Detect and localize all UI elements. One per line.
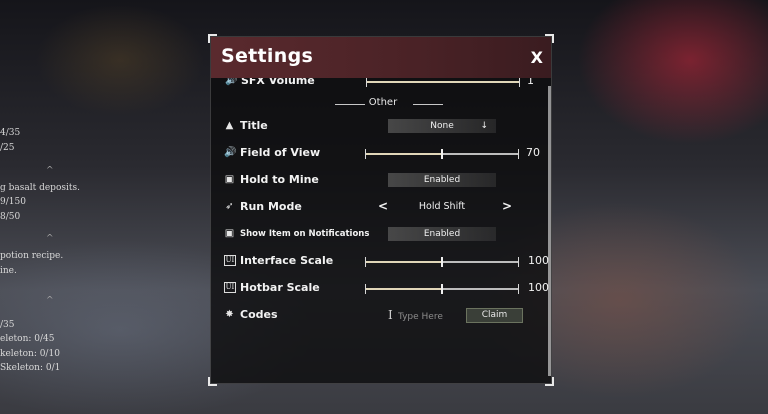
title-dropdown-value: None	[430, 121, 454, 131]
hotbar-scale-row: UI Hotbar Scale 100	[222, 279, 549, 301]
codes-label: Codes	[240, 308, 278, 321]
slider-knob[interactable]	[441, 284, 443, 294]
hotbar-scale-slider[interactable]	[365, 284, 519, 294]
codes-row: ✸ Codes I Claim	[222, 306, 542, 328]
interface-scale-slider[interactable]	[365, 257, 519, 267]
slider-end	[518, 257, 519, 267]
fov-label: Field of View	[240, 146, 321, 159]
collapse-caret-icon[interactable]: ^	[46, 166, 54, 176]
run-icon: ➶	[225, 201, 234, 212]
interface-scale-value: 100	[528, 254, 549, 267]
ui-icon: UI	[224, 255, 236, 266]
sparkle-icon: ✸	[225, 309, 234, 320]
fov-row: 🔊 Field of View 70	[222, 144, 542, 166]
quest-log-line: /35	[0, 320, 15, 330]
show-item-label: Show Item on Notifications	[240, 229, 370, 239]
scrollbar[interactable]	[548, 86, 551, 376]
run-mode-prev-button[interactable]: <	[378, 199, 388, 213]
quest-log-line: eleton: 0/45	[0, 334, 55, 344]
slider-fill	[365, 288, 442, 290]
quest-log-line: ine.	[0, 266, 17, 276]
title-label: Title	[240, 119, 268, 132]
hold-to-mine-toggle[interactable]: Enabled	[388, 173, 496, 187]
chat-icon: ▣	[224, 174, 235, 185]
quest-log-line: /25	[0, 143, 15, 153]
chat-icon: ▣	[224, 228, 235, 239]
quest-log-line: keleton: 0/10	[0, 349, 60, 359]
slider-end	[365, 257, 366, 267]
quest-log-line: 9/150	[0, 197, 26, 207]
slider-knob[interactable]	[441, 257, 443, 267]
speaker-icon: 🔊	[224, 147, 237, 158]
slider-knob[interactable]	[441, 149, 443, 159]
quest-log-line: Skeleton: 0/1	[0, 363, 61, 373]
ui-icon: UI	[224, 282, 236, 293]
slider-end	[365, 149, 366, 159]
run-mode-row: ➶ Run Mode < Hold Shift >	[222, 198, 542, 220]
slider-end	[518, 284, 519, 294]
quest-log-line: g basalt deposits.	[0, 183, 80, 193]
slider-fill	[365, 153, 442, 155]
hotbar-scale-label: Hotbar Scale	[240, 281, 320, 294]
interface-scale-row: UI Interface Scale 100	[222, 252, 549, 274]
quest-log-line: potion recipe.	[0, 251, 64, 261]
slider-fill	[365, 261, 442, 263]
quest-log-line: 8/50	[0, 212, 21, 222]
claim-button[interactable]: Claim	[466, 308, 523, 323]
settings-rows: ▲ Title None ↓ 🔊 Field of View 70 ▣ Hold…	[210, 36, 552, 384]
hotbar-scale-value: 100	[528, 281, 549, 294]
hat-icon: ▲	[225, 120, 234, 131]
collapse-caret-icon[interactable]: ^	[46, 296, 54, 306]
fov-slider[interactable]	[365, 149, 519, 159]
run-mode-label: Run Mode	[240, 200, 302, 213]
title-select-row: ▲ Title None ↓	[222, 117, 542, 139]
hold-to-mine-label: Hold to Mine	[240, 173, 319, 186]
show-item-toggle[interactable]: Enabled	[388, 227, 496, 241]
quest-log: 4/35/25 ^ g basalt deposits. 9/150 8/50 ^ poti…	[0, 0, 80, 414]
show-item-row: ▣ Show Item on Notifications Enabled	[222, 225, 542, 247]
collapse-caret-icon[interactable]: ^	[46, 234, 54, 244]
interface-scale-label: Interface Scale	[240, 254, 334, 267]
fov-value: 70	[526, 146, 540, 159]
run-mode-value: Hold Shift	[418, 201, 466, 212]
run-mode-next-button[interactable]: >	[502, 199, 512, 213]
chevron-down-icon: ↓	[480, 121, 488, 131]
slider-end	[518, 149, 519, 159]
hold-to-mine-row: ▣ Hold to Mine Enabled	[222, 171, 542, 193]
title-dropdown[interactable]: None ↓	[388, 119, 496, 133]
slider-end	[365, 284, 366, 294]
quest-log-line: 4/35	[0, 128, 21, 138]
